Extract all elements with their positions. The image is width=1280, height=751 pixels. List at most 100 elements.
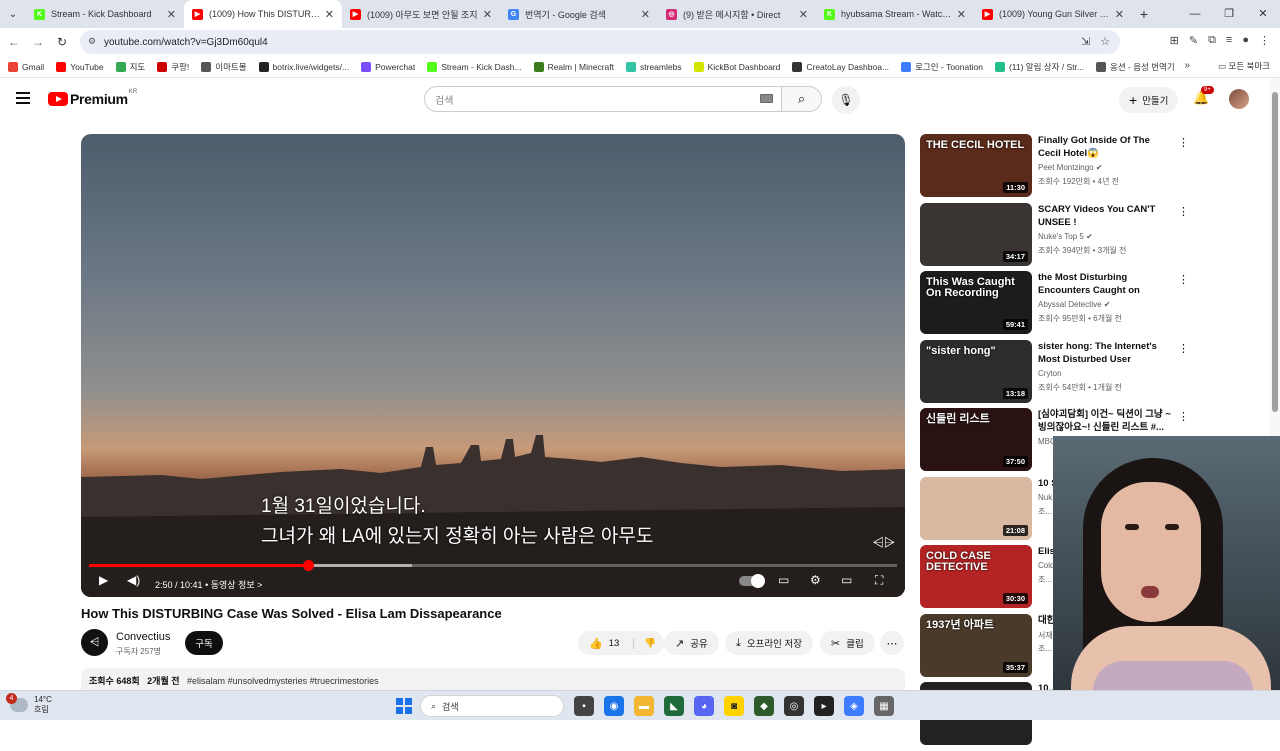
video-thumbnail[interactable]: 신들린 리스트 37:50 — [920, 408, 1032, 471]
more-options-icon[interactable]: ⋮ — [1178, 410, 1189, 423]
clip-button[interactable]: ✂ 클립 — [820, 631, 875, 655]
tab[interactable]: K Stream - Kick Dashboard ✕ — [26, 0, 184, 28]
recommendation-item[interactable]: "sister hong" 13:18 sister hong: The Inter… — [920, 339, 1190, 409]
weather-widget[interactable]: 4 14°C 흐림 — [6, 693, 52, 715]
bookmark-item[interactable]: (11) 알림 상자 / Str... — [994, 61, 1084, 73]
autoplay-toggle[interactable] — [739, 574, 765, 588]
bookmark-item[interactable]: 쿠팡! — [157, 61, 189, 73]
bookmark-item[interactable]: KickBot Dashboard — [693, 61, 780, 72]
profile-icon[interactable]: ● — [1242, 34, 1249, 47]
bookmark-item[interactable]: 옹션 - 음성 번역기 — [1096, 61, 1175, 73]
download-button[interactable]: ⤓ 오프라인 저장 — [725, 631, 813, 655]
more-options-icon[interactable]: ⋮ — [1178, 205, 1189, 218]
menu-icon[interactable] — [16, 92, 30, 104]
video-thumbnail[interactable]: 1937년 아파트 35:37 — [920, 613, 1032, 677]
kakaotalk-icon[interactable]: ◙ — [724, 696, 744, 716]
recommendation-title[interactable]: sister hong: The Internet's Most Disturb… — [1038, 340, 1173, 366]
close-tab-icon[interactable]: ✕ — [799, 8, 808, 21]
theater-mode-icon[interactable]: ▭ — [841, 573, 852, 587]
tab[interactable]: ▶ (1009) How This DISTURBING ✕ — [184, 0, 342, 28]
progress-bar[interactable] — [89, 560, 897, 571]
more-options-icon[interactable]: ⋮ — [1178, 136, 1189, 149]
close-tab-icon[interactable]: ✕ — [957, 8, 966, 21]
video-thumbnail[interactable]: 21:08 — [920, 476, 1032, 540]
tab[interactable]: ◎ (9) 받은 메시지함 • Direct ✕ — [658, 0, 816, 28]
video-thumbnail[interactable]: COLD CASE DETECTIVE 30:30 — [920, 545, 1032, 608]
chapter-link[interactable]: • 동영상 정보 > — [205, 580, 262, 590]
discord-icon[interactable]: ◕ — [694, 696, 714, 716]
windows-start-icon[interactable] — [396, 698, 412, 714]
terminal-icon[interactable]: ▸ — [814, 696, 834, 716]
recommendation-item[interactable]: This Was Caught On Recording 59:41 the Mos… — [920, 271, 1190, 340]
bookmark-item[interactable]: 이마트몰 — [201, 61, 247, 73]
tab-search-icon[interactable]: ⌄ — [0, 0, 26, 28]
recommendation-channel[interactable]: Cryton — [1038, 369, 1062, 378]
settings-icon[interactable]: ⚙ — [810, 573, 821, 587]
site-info-icon[interactable]: ⚙ — [88, 36, 98, 46]
install-icon[interactable]: ⇲ — [1081, 35, 1090, 48]
voice-search-button[interactable]: 🎙 — [832, 86, 860, 114]
task-view-icon[interactable]: ▪ — [574, 696, 594, 716]
like-button[interactable]: 👍 13 👎 — [578, 631, 665, 655]
share-button[interactable]: ↗ 공유 — [664, 631, 719, 655]
minimize-icon[interactable]: — — [1178, 0, 1212, 28]
chrome-icon[interactable]: ◉ — [604, 696, 624, 716]
minecraft-icon[interactable]: ◆ — [754, 696, 774, 716]
recommendation-channel[interactable]: Peet Montzingo ✔ — [1038, 163, 1103, 172]
subtitles-icon[interactable]: ▭ — [778, 573, 789, 587]
obs-icon[interactable]: ◎ — [784, 696, 804, 716]
recommendation-channel[interactable]: Nuke's Top 5 ✔ — [1038, 232, 1093, 241]
taskbar-search[interactable]: ⌕ 검색 — [420, 695, 564, 717]
app-icon[interactable]: ◈ — [844, 696, 864, 716]
avatar[interactable] — [1229, 89, 1249, 109]
app-icon[interactable]: ◣ — [664, 696, 684, 716]
back-icon[interactable]: ← — [2, 35, 26, 49]
video-thumbnail[interactable]: THE CECIL HOTEL 11:30 — [920, 134, 1032, 197]
bookmark-item[interactable]: Realm | Minecraft — [533, 61, 614, 72]
more-options-icon[interactable]: ⋮ — [1178, 273, 1189, 286]
close-tab-icon[interactable]: ✕ — [483, 8, 492, 21]
bookmark-item[interactable]: CreatoLay Dashboa... — [792, 61, 889, 72]
recommendation-channel[interactable]: Abyssal Detective ✔ — [1038, 300, 1111, 309]
bookmark-item[interactable]: Gmail — [8, 61, 44, 72]
all-bookmarks[interactable]: ▭ 모든 북마크 — [1218, 60, 1270, 72]
tab[interactable]: G 번역기 - Google 검색 ✕ — [500, 0, 658, 28]
notifications-button[interactable]: 🔔 9+ — [1193, 86, 1214, 106]
scrollbar-thumb[interactable] — [1272, 92, 1278, 412]
video-player[interactable]: 1월 31일이었습니다. 그녀가 왜 LA에 있는지 정확히 아는 사람은 아무… — [81, 134, 905, 597]
volume-icon[interactable]: ◀) — [127, 573, 140, 587]
address-bar[interactable]: ⚙ youtube.com/watch?v=Gj3Dm60qul4 — [80, 30, 1120, 54]
bookmark-item[interactable]: Powerchat — [361, 61, 415, 72]
maximize-icon[interactable]: ❐ — [1212, 0, 1246, 28]
reload-icon[interactable]: ↻ — [50, 35, 74, 49]
channel-name[interactable]: Convectius — [116, 631, 170, 643]
description-box[interactable]: 조회수 648회 2개월 전 #elisalam #unsolvedmyster… — [81, 668, 905, 692]
search-button[interactable]: ⌕ — [782, 86, 822, 112]
bookmarks-overflow-icon[interactable]: » — [1184, 60, 1190, 71]
bookmark-item[interactable]: 로그인 - Toonation — [901, 61, 983, 73]
recommendation-title[interactable]: SCARY Videos You CAN'T UNSEE ! — [1038, 203, 1173, 229]
recommendation-title[interactable]: Finally Got Inside Of The Cecil Hotel😱 — [1038, 134, 1173, 160]
channel-watermark-icon[interactable]: ⩤⩥ — [873, 534, 895, 551]
channel-avatar[interactable]: ⩤ — [81, 629, 108, 656]
forward-icon[interactable]: → — [26, 35, 50, 49]
bookmark-item[interactable]: 지도 — [115, 61, 145, 73]
video-thumbnail[interactable]: 34:17 — [920, 202, 1032, 266]
extension-puzzle-icon[interactable]: ⧉ — [1208, 34, 1216, 47]
browser-menu-icon[interactable]: ⋮ — [1259, 34, 1270, 47]
bookmark-item[interactable]: streamlebs — [626, 61, 682, 72]
more-options-icon[interactable]: ⋮ — [1178, 342, 1189, 355]
file-explorer-icon[interactable]: ▬ — [634, 696, 654, 716]
close-tab-icon[interactable]: ✕ — [325, 8, 334, 21]
close-tab-icon[interactable]: ✕ — [1115, 8, 1124, 21]
recommendation-item[interactable]: 34:17 SCARY Videos You CAN'T UNSEE ! Nuke'… — [920, 202, 1190, 272]
close-window-icon[interactable]: ✕ — [1246, 0, 1280, 28]
tab[interactable]: ▶ (1009) Young Gun Silver Fox ✕ — [974, 0, 1132, 28]
calculator-icon[interactable]: ▦ — [874, 696, 894, 716]
keyboard-icon[interactable] — [760, 94, 773, 103]
tab[interactable]: Khyubsama Stream - Watch Liv ✕ — [816, 0, 974, 28]
tab[interactable]: ▶ (1009) 아무도 보면 안될 조지 ✕ — [342, 0, 500, 28]
play-icon[interactable]: ▶ — [99, 573, 108, 587]
extension-feather-icon[interactable]: ✎ — [1189, 34, 1198, 47]
youtube-premium-logo[interactable]: Premium KR — [48, 89, 137, 107]
